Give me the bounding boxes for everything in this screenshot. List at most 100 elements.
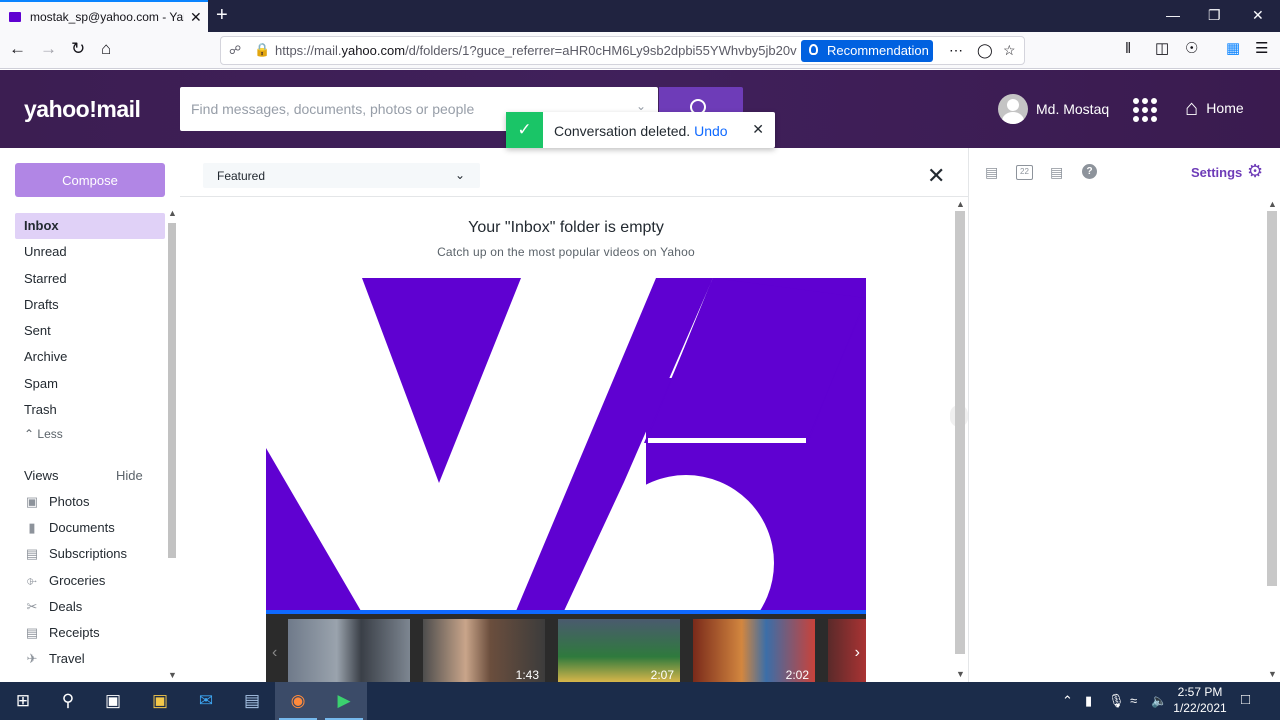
hide-views-link[interactable]: Hide bbox=[116, 468, 143, 483]
tray-chevron-up-icon[interactable]: ⌃ bbox=[1062, 693, 1073, 709]
right-pane-scrollbar[interactable]: ▲ ▼ bbox=[1265, 197, 1279, 682]
toast-close-icon[interactable]: ✕ bbox=[752, 121, 764, 138]
video-player[interactable] bbox=[266, 278, 866, 611]
home-icon[interactable]: ⌂ bbox=[101, 39, 111, 59]
featured-dropdown[interactable]: Featured ⌄ bbox=[203, 163, 480, 188]
less-toggle[interactable]: ⌃ Less bbox=[24, 427, 63, 441]
scroll-up-icon[interactable]: ▲ bbox=[1268, 199, 1277, 209]
file-explorer-icon[interactable]: ▣ bbox=[137, 682, 183, 720]
folder-drafts[interactable]: Drafts bbox=[15, 292, 165, 318]
view-receipts[interactable]: ▤ Receipts bbox=[24, 619, 127, 645]
apps-grid-icon[interactable] bbox=[1133, 98, 1157, 122]
home-link[interactable]: ⌂ Home bbox=[1185, 97, 1244, 119]
calendar-icon[interactable]: 22 bbox=[1016, 165, 1033, 180]
system-clock[interactable]: 2:57 PM 1/22/2021 bbox=[1168, 684, 1232, 716]
browser-tab[interactable]: mostak_sp@yahoo.com - Yahoo Mail ✕ bbox=[0, 0, 208, 32]
windows-start-icon[interactable]: ⊞ bbox=[0, 682, 46, 720]
folder-unread[interactable]: Unread bbox=[15, 239, 165, 265]
search-options-chevron-icon[interactable]: ⌄ bbox=[636, 99, 646, 113]
photo-icon: ▣ bbox=[25, 493, 39, 509]
pocket-icon[interactable]: ◯ bbox=[977, 42, 993, 59]
view-deals[interactable]: ✂ Deals bbox=[24, 593, 127, 619]
forward-icon[interactable]: → bbox=[40, 39, 57, 59]
microphone-icon[interactable]: 🎙 bbox=[1108, 693, 1125, 709]
folder-archive[interactable]: Archive bbox=[15, 344, 165, 370]
content-scrollbar[interactable]: ▲ ▼ bbox=[953, 197, 967, 682]
view-groceries[interactable]: ⌱ Groceries bbox=[24, 567, 127, 593]
user-name: Md. Mostaq bbox=[1036, 101, 1110, 117]
folder-spam[interactable]: Spam bbox=[15, 371, 165, 397]
video-thumbnail[interactable]: 2:02 bbox=[693, 619, 815, 682]
divider bbox=[180, 196, 969, 197]
scroll-up-icon[interactable]: ▲ bbox=[168, 208, 177, 218]
close-panel-icon[interactable]: ✕ bbox=[927, 163, 945, 189]
avatar bbox=[998, 94, 1028, 124]
folder-inbox[interactable]: Inbox bbox=[15, 213, 165, 240]
more-actions-icon[interactable]: ⋯ bbox=[949, 42, 963, 59]
reload-icon[interactable]: ↻ bbox=[71, 39, 85, 59]
right-scroll-thumb[interactable] bbox=[1267, 211, 1277, 586]
compose-button[interactable]: Compose bbox=[15, 163, 165, 197]
account-icon[interactable]: ☉ bbox=[1185, 39, 1198, 59]
views-heading: Views bbox=[24, 468, 59, 483]
gear-icon[interactable]: ⚙ bbox=[1247, 161, 1263, 182]
scroll-down-icon[interactable]: ▼ bbox=[1268, 669, 1277, 679]
yahoo-mail-logo[interactable]: yahoo!mail bbox=[24, 96, 141, 123]
back-icon[interactable]: ← bbox=[9, 39, 26, 59]
content-scroll-thumb[interactable] bbox=[955, 211, 965, 654]
video-thumbnail[interactable] bbox=[288, 619, 410, 682]
recommendation-button[interactable]: Recommendation bbox=[801, 40, 933, 62]
thumbnails-next-icon[interactable]: › bbox=[855, 644, 860, 662]
firefox-icon[interactable]: ◉ bbox=[275, 682, 321, 720]
video-editor-icon[interactable]: ▶ bbox=[321, 682, 367, 720]
scroll-down-icon[interactable]: ▼ bbox=[168, 670, 177, 680]
search-taskbar-icon[interactable]: ⚲ bbox=[45, 682, 91, 720]
new-tab-button[interactable]: + bbox=[216, 4, 228, 26]
video-thumbnail[interactable]: 2:07 bbox=[558, 619, 680, 682]
thumbnails-prev-icon[interactable]: ‹ bbox=[272, 644, 277, 662]
view-photos[interactable]: ▣ Photos bbox=[24, 488, 127, 514]
url-text[interactable]: https://mail.yahoo.com/d/folders/1?guce_… bbox=[275, 43, 797, 58]
extensions-icon[interactable]: ▦ bbox=[1226, 39, 1240, 59]
contacts-icon[interactable]: ▤ bbox=[985, 164, 998, 181]
restore-button[interactable]: ❐ bbox=[1208, 7, 1221, 24]
folder-sent[interactable]: Sent bbox=[15, 318, 165, 344]
folder-trash[interactable]: Trash bbox=[15, 397, 165, 423]
sidebar-scrollbar[interactable]: ▲ ▼ bbox=[166, 206, 178, 682]
video-thumbnail[interactable]: 1:43 bbox=[423, 619, 545, 682]
library-icon[interactable]: ‖ bbox=[1125, 39, 1131, 59]
empty-folder-subtitle: Catch up on the most popular videos on Y… bbox=[437, 245, 695, 259]
tab-close-icon[interactable]: ✕ bbox=[190, 9, 202, 26]
url-bar[interactable]: ☍ 🔒 https://mail.yahoo.com/d/folders/1?g… bbox=[220, 36, 1025, 65]
lock-icon[interactable]: 🔒 bbox=[254, 42, 270, 58]
scroll-down-icon[interactable]: ▼ bbox=[956, 669, 965, 679]
shield-icon[interactable]: ☍ bbox=[229, 43, 241, 57]
view-subscriptions[interactable]: ▤ Subscriptions bbox=[24, 541, 127, 567]
settings-link[interactable]: Settings bbox=[1191, 165, 1242, 180]
close-window-button[interactable]: ✕ bbox=[1252, 7, 1264, 24]
scroll-up-icon[interactable]: ▲ bbox=[956, 199, 965, 209]
volume-icon[interactable]: 🔈 bbox=[1151, 693, 1167, 709]
user-profile[interactable]: Md. Mostaq bbox=[998, 94, 1109, 124]
bookmark-star-icon[interactable]: ☆ bbox=[1003, 42, 1016, 59]
sidebar-scroll-thumb[interactable] bbox=[168, 223, 176, 558]
empty-folder-title: Your "Inbox" folder is empty bbox=[468, 219, 664, 236]
minimize-button[interactable]: — bbox=[1166, 7, 1180, 23]
sidebar-toggle-icon[interactable]: ◫ bbox=[1155, 39, 1169, 59]
wifi-icon[interactable]: ≈ bbox=[1130, 693, 1137, 708]
help-icon[interactable]: ? bbox=[1082, 164, 1097, 179]
checkmark-icon: ✓ bbox=[506, 112, 543, 148]
notepad-icon[interactable]: ▤ bbox=[1050, 164, 1063, 181]
view-documents[interactable]: ▮ Documents bbox=[24, 514, 127, 540]
task-view-icon[interactable]: ▣ bbox=[90, 682, 136, 720]
mail-app-icon[interactable]: ✉ bbox=[183, 682, 229, 720]
view-travel[interactable]: ✈ Travel bbox=[24, 646, 127, 672]
folder-starred[interactable]: Starred bbox=[15, 266, 165, 292]
battery-icon[interactable]: ▮ bbox=[1085, 693, 1092, 709]
video-thumbnail[interactable] bbox=[828, 619, 866, 682]
menu-icon[interactable]: ☰ bbox=[1255, 39, 1268, 59]
notifications-icon[interactable]: □ bbox=[1241, 691, 1250, 708]
control-panel-icon[interactable]: ▤ bbox=[229, 682, 275, 720]
undo-link[interactable]: Undo bbox=[694, 123, 727, 139]
chevron-down-icon: ⌄ bbox=[454, 168, 465, 182]
